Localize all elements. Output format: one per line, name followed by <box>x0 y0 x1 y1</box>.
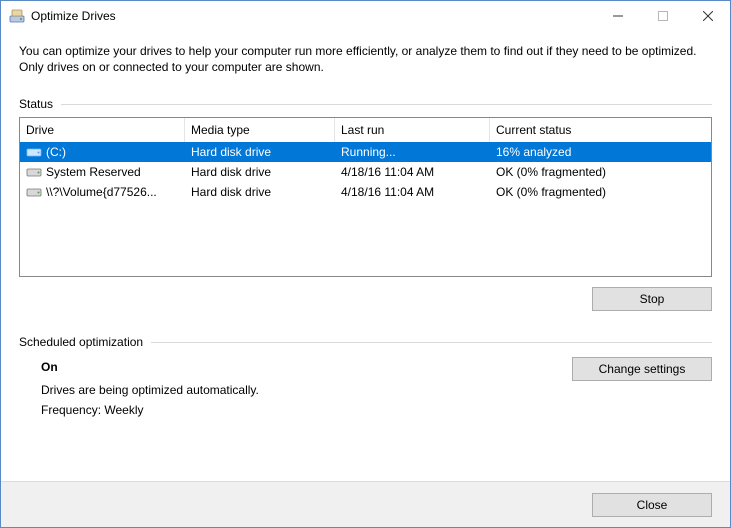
content-area: You can optimize your drives to help you… <box>1 31 730 481</box>
maximize-button[interactable] <box>640 1 685 31</box>
status-label: Status <box>19 97 53 111</box>
col-status[interactable]: Current status <box>490 118 711 142</box>
sched-on: On <box>41 357 572 377</box>
sched-desc: Drives are being optimized automatically… <box>41 380 572 400</box>
sched-freq: Frequency: Weekly <box>41 400 572 420</box>
drive-name: System Reserved <box>46 165 141 179</box>
window-title: Optimize Drives <box>31 9 595 23</box>
col-last[interactable]: Last run <box>335 118 490 142</box>
drive-cell: System Reserved <box>20 165 185 179</box>
media-cell: Hard disk drive <box>185 145 335 159</box>
lastrun-cell: 4/18/16 11:04 AM <box>335 165 490 179</box>
sched-text: On Drives are being optimized automatica… <box>19 357 572 420</box>
minimize-button[interactable] <box>595 1 640 31</box>
close-button[interactable] <box>685 1 730 31</box>
drive-list[interactable]: Drive Media type Last run Current status… <box>19 117 712 277</box>
sched-body: On Drives are being optimized automatica… <box>19 357 712 420</box>
stop-button[interactable]: Stop <box>592 287 712 311</box>
footer: Close <box>1 481 730 527</box>
drive-icon <box>26 185 42 199</box>
table-row[interactable]: (C:) Hard disk driveRunning...16% analyze… <box>20 142 711 162</box>
media-cell: Hard disk drive <box>185 185 335 199</box>
action-row: Stop <box>19 287 712 311</box>
status-cell: 16% analyzed <box>490 145 711 159</box>
lastrun-cell: Running... <box>335 145 490 159</box>
divider <box>61 104 712 105</box>
media-cell: Hard disk drive <box>185 165 335 179</box>
scheduled-section: Scheduled optimization On Drives are bei… <box>19 335 712 420</box>
drive-name: (C:) <box>46 145 66 159</box>
optimize-drives-window: Optimize Drives You can optimize your dr… <box>0 0 731 528</box>
intro-text: You can optimize your drives to help you… <box>19 43 712 75</box>
titlebar: Optimize Drives <box>1 1 730 31</box>
table-row[interactable]: System Reserved Hard disk drive4/18/16 11… <box>20 162 711 182</box>
col-drive[interactable]: Drive <box>20 118 185 142</box>
change-settings-button[interactable]: Change settings <box>572 357 712 381</box>
table-row[interactable]: \\?\Volume{d77526... Hard disk drive4/18/… <box>20 182 711 202</box>
drive-icon <box>26 145 42 159</box>
lastrun-cell: 4/18/16 11:04 AM <box>335 185 490 199</box>
drive-cell: \\?\Volume{d77526... <box>20 185 185 199</box>
divider <box>151 342 712 343</box>
status-cell: OK (0% fragmented) <box>490 185 711 199</box>
sched-label: Scheduled optimization <box>19 335 143 349</box>
drive-icon <box>26 165 42 179</box>
close-dialog-button[interactable]: Close <box>592 493 712 517</box>
window-controls <box>595 1 730 31</box>
app-icon <box>9 8 25 24</box>
col-media[interactable]: Media type <box>185 118 335 142</box>
table-header: Drive Media type Last run Current status <box>20 118 711 142</box>
drive-name: \\?\Volume{d77526... <box>46 185 157 199</box>
drive-cell: (C:) <box>20 145 185 159</box>
status-cell: OK (0% fragmented) <box>490 165 711 179</box>
sched-section-header: Scheduled optimization <box>19 335 712 349</box>
status-section-header: Status <box>19 97 712 111</box>
